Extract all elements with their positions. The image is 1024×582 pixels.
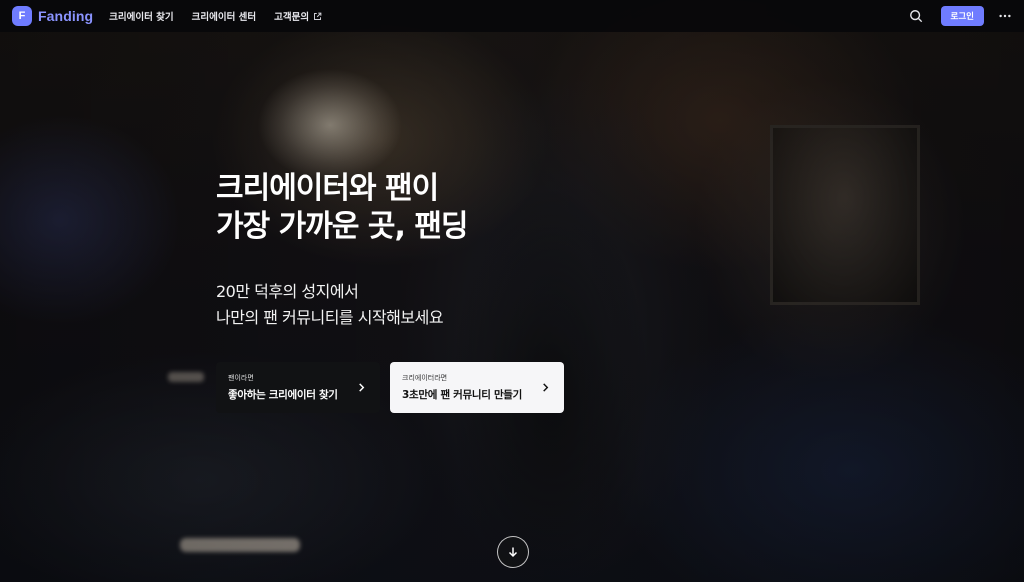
nav-actions: 로그인 [909, 6, 1012, 26]
nav-link-find-creators[interactable]: 크리에이터 찾기 [109, 9, 174, 23]
nav-link-customer-support[interactable]: 고객문의 [274, 9, 322, 23]
brand-logo-mark: F [12, 6, 32, 26]
search-icon[interactable] [909, 9, 923, 23]
page: F Fanding 크리에이터 찾기 크리에이터 센터 고객문의 로그인 크리에… [0, 0, 1024, 582]
cta-text: 크리에이터라면 3초만에 팬 커뮤니티 만들기 [402, 373, 522, 402]
top-navbar: F Fanding 크리에이터 찾기 크리에이터 센터 고객문의 로그인 [0, 0, 1024, 32]
hero-subtitle-line-1: 20만 덕후의 성지에서 [216, 282, 359, 301]
hero-subtitle-line-2: 나만의 팬 커뮤니티를 시작해보세요 [216, 308, 444, 327]
hero-title-line-1: 크리에이터와 팬이 [216, 171, 439, 206]
more-horizontal-icon[interactable] [998, 9, 1012, 23]
chevron-right-icon [543, 383, 549, 392]
arrow-down-icon [508, 547, 518, 558]
find-creators-cta-button[interactable]: 팬이라면 좋아하는 크리에이터 찾기 [216, 362, 380, 413]
cta-label: 좋아하는 크리에이터 찾기 [228, 389, 338, 401]
background-overlay [0, 0, 1024, 582]
nav-link-label: 크리에이터 찾기 [109, 12, 174, 23]
nav-link-creator-center[interactable]: 크리에이터 센터 [192, 9, 257, 23]
brand-logo-text: Fanding [38, 8, 94, 24]
cta-caption: 크리에이터라면 [402, 374, 448, 382]
scroll-down-button[interactable] [497, 536, 529, 568]
brand-logo[interactable]: F Fanding [12, 6, 93, 26]
hero-title: 크리에이터와 팬이 가장 가까운 곳, 팬딩 [216, 170, 469, 246]
nav-link-label: 고객문의 [274, 12, 310, 23]
cta-text: 팬이라면 좋아하는 크리에이터 찾기 [228, 373, 338, 402]
nav-link-label: 크리에이터 센터 [191, 12, 257, 23]
login-button[interactable]: 로그인 [940, 6, 984, 26]
main-nav: 크리에이터 찾기 크리에이터 센터 고객문의 [109, 9, 322, 23]
chevron-right-icon [359, 383, 365, 392]
hero-title-line-2: 가장 가까운 곳, 팬딩 [216, 209, 469, 244]
hero-subtitle: 20만 덕후의 성지에서 나만의 팬 커뮤니티를 시작해보세요 [216, 279, 444, 331]
create-community-cta-button[interactable]: 크리에이터라면 3초만에 팬 커뮤니티 만들기 [390, 362, 564, 413]
hero-background-image [0, 0, 1024, 582]
external-link-icon [314, 12, 322, 20]
cta-label: 3초만에 팬 커뮤니티 만들기 [402, 389, 523, 401]
cta-caption: 팬이라면 [228, 374, 254, 382]
